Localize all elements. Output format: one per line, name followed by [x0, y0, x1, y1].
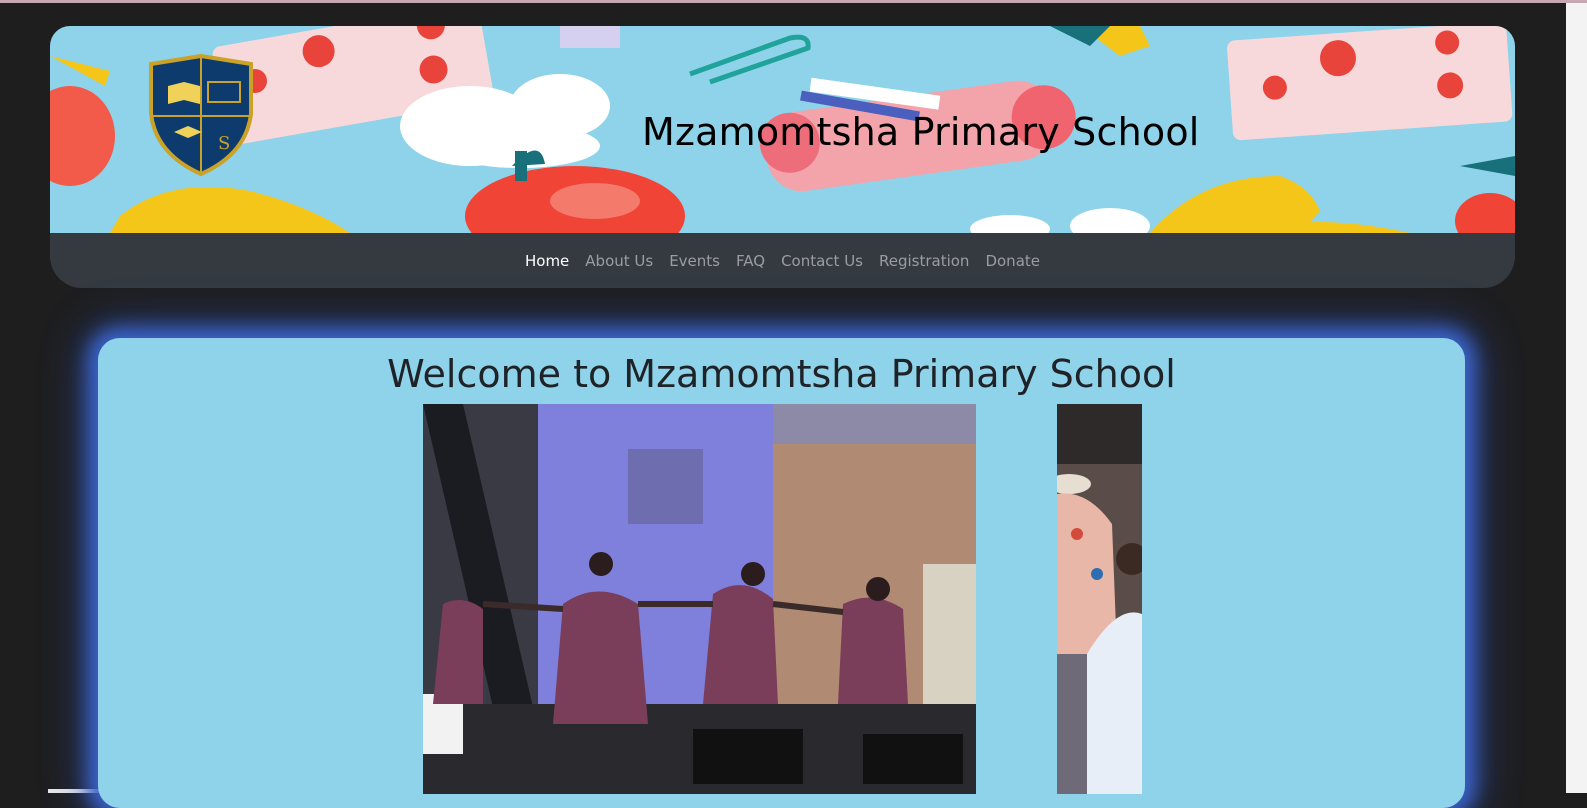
- header-banner: S Mzamomtsha Primary School: [50, 26, 1515, 233]
- nav-donate[interactable]: Donate: [977, 252, 1048, 270]
- nav-contact-us[interactable]: Contact Us: [773, 252, 871, 270]
- scrollbar-track[interactable]: [1566, 3, 1587, 793]
- nav-about-us[interactable]: About Us: [577, 252, 661, 270]
- nav-faq[interactable]: FAQ: [728, 252, 773, 270]
- nav-home[interactable]: Home: [517, 252, 577, 270]
- school-crest-logo: S: [149, 54, 253, 176]
- nav-registration[interactable]: Registration: [871, 252, 977, 270]
- school-name-title: Mzamomtsha Primary School: [642, 110, 1200, 154]
- children-outdoor-photo: [1057, 404, 1142, 794]
- dancers-performance-photo: [423, 404, 976, 794]
- window-top-border: [0, 0, 1587, 3]
- nav-events[interactable]: Events: [661, 252, 728, 270]
- main-navbar: Home About Us Events FAQ Contact Us Regi…: [50, 233, 1515, 288]
- site-header: S Mzamomtsha Primary School Home About U…: [50, 26, 1515, 288]
- welcome-card: Welcome to Mzamomtsha Primary School: [98, 338, 1465, 808]
- crest-letter: S: [218, 133, 230, 154]
- welcome-heading: Welcome to Mzamomtsha Primary School: [387, 352, 1176, 396]
